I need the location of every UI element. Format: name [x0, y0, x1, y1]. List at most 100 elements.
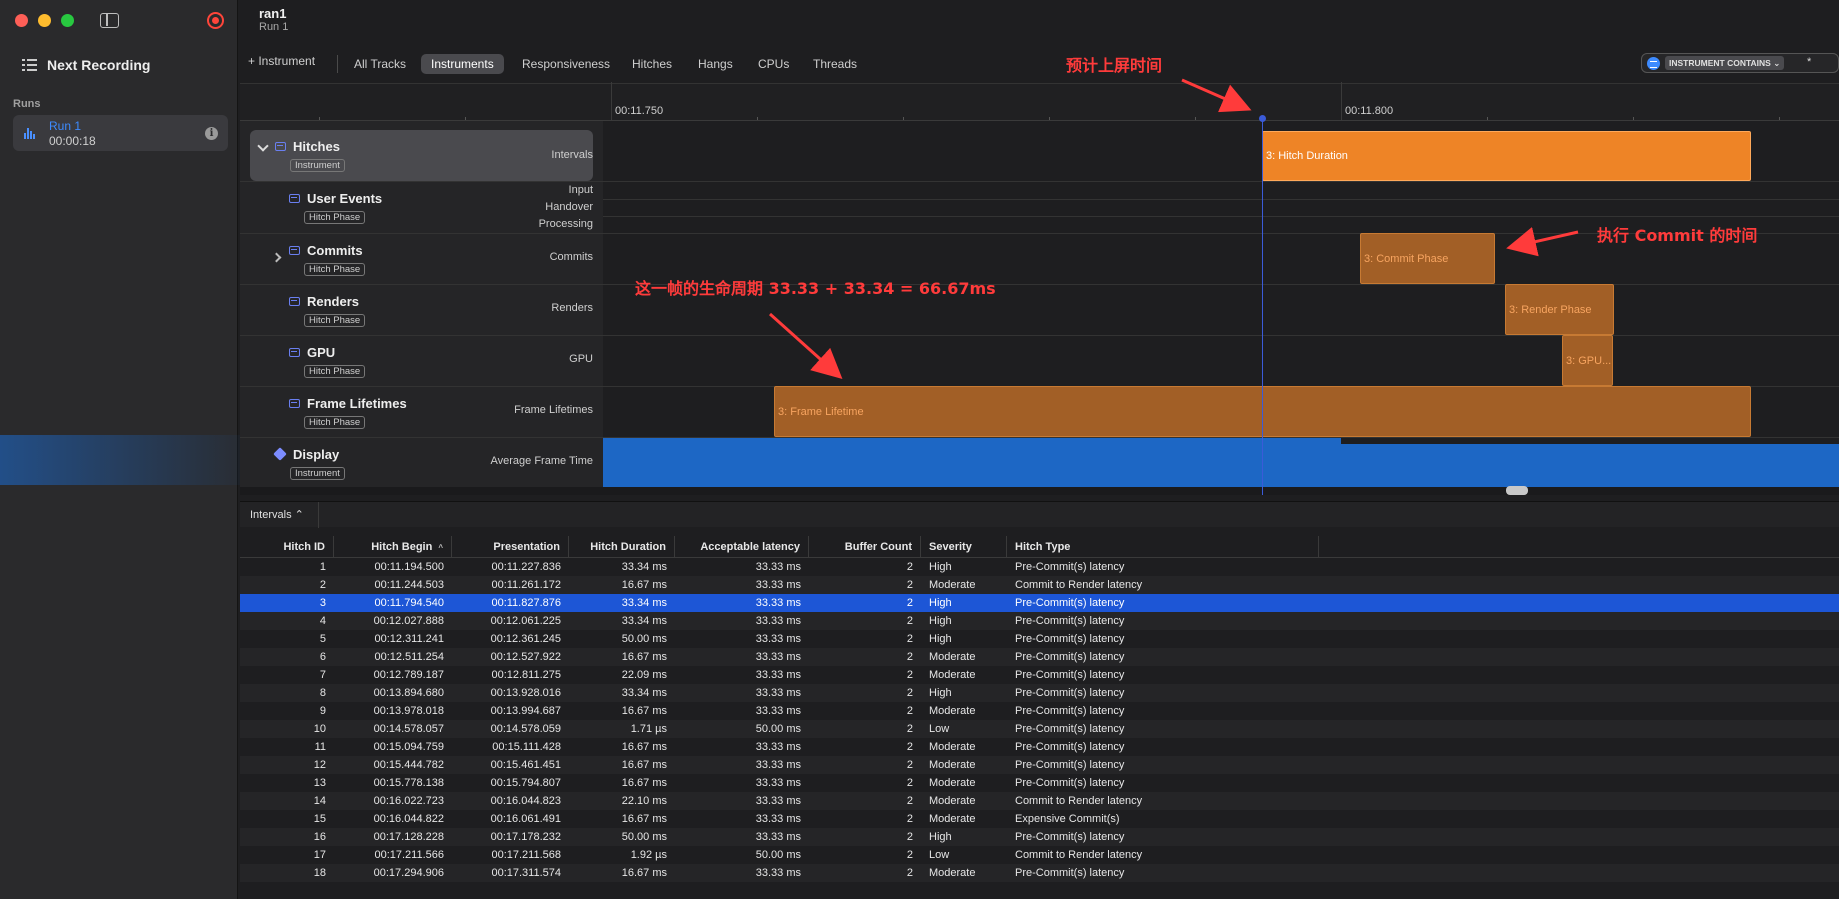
detail-mode-select[interactable]: Intervals ⌃: [250, 508, 304, 521]
commit-phase-interval[interactable]: 3: Commit Phase: [1360, 233, 1495, 284]
table-row[interactable]: 4 00:12.027.888 00:12.061.225 33.34 ms 33.33…: [240, 612, 1839, 630]
next-recording-item[interactable]: Next Recording: [22, 54, 150, 76]
table-row[interactable]: 18 00:17.294.906 00:17.311.574 16.67 ms 33.3…: [240, 864, 1839, 882]
info-icon[interactable]: i: [205, 127, 218, 140]
cell-acceptable-latency: 33.33 ms: [755, 669, 801, 681]
ruler-major-tick: [611, 82, 612, 120]
timeline-ruler[interactable]: 00:11.750 00:11.800: [240, 82, 1839, 121]
track-tag: Hitch Phase: [304, 314, 366, 327]
cell-hitch-type: Pre-Commit(s) latency: [1015, 723, 1125, 735]
table-row[interactable]: 10 00:14.578.057 00:14.578.059 1.71 µs 50.00…: [240, 720, 1839, 738]
record-icon[interactable]: [207, 12, 224, 29]
column-presentation[interactable]: Presentation: [452, 536, 569, 558]
tab-instruments[interactable]: Instruments: [421, 54, 504, 74]
column-hitch-begin[interactable]: Hitch Begin ^: [334, 536, 452, 558]
cell-hitch-begin: 00:16.022.723: [373, 795, 444, 807]
table-row[interactable]: 2 00:11.244.503 00:11.261.172 16.67 ms 33.33…: [240, 576, 1839, 594]
zoom-window-button[interactable]: [61, 14, 74, 27]
cell-hitch-type: Commit to Render latency: [1015, 849, 1143, 861]
table-row[interactable]: 6 00:12.511.254 00:12.527.922 16.67 ms 33.33…: [240, 648, 1839, 666]
filter-token[interactable]: INSTRUMENT CONTAINS ⌄: [1665, 56, 1785, 70]
tab-hitches[interactable]: Hitches: [622, 54, 682, 74]
instruments-window: Next Recording Runs Run 1 00:00:18 i ran…: [0, 0, 1839, 899]
sidebar-toggle-icon[interactable]: [100, 13, 119, 28]
cell-hitch-id: 6: [319, 651, 326, 663]
cell-hitch-id: 10: [313, 723, 326, 735]
cell-buffer-count: 2: [906, 849, 913, 861]
cell-acceptable-latency: 33.33 ms: [755, 651, 801, 663]
hitch-duration-interval[interactable]: 3: Hitch Duration: [1262, 131, 1751, 181]
tab-hangs[interactable]: Hangs: [688, 54, 743, 74]
table-row[interactable]: 11 00:15.094.759 00:15.111.428 16.67 ms 33.3…: [240, 738, 1839, 756]
horizontal-scrollbar-thumb[interactable]: [1506, 486, 1528, 495]
cell-acceptable-latency: 33.33 ms: [755, 813, 801, 825]
cell-buffer-count: 2: [906, 795, 913, 807]
cell-buffer-count: 2: [906, 579, 913, 591]
render-phase-interval[interactable]: 3: Render Phase: [1505, 284, 1614, 335]
cell-presentation: 00:16.044.823: [490, 795, 561, 807]
close-window-button[interactable]: [15, 14, 28, 27]
table-row[interactable]: 3 00:11.794.540 00:11.827.876 33.34 ms 33.33…: [240, 594, 1839, 612]
cell-hitch-duration: 16.67 ms: [621, 867, 667, 879]
table-row[interactable]: 14 00:16.022.723 00:16.044.823 22.10 ms 33.3…: [240, 792, 1839, 810]
lane-divider: [603, 216, 1839, 217]
table-row[interactable]: 7 00:12.789.187 00:12.811.275 22.09 ms 33.33…: [240, 666, 1839, 684]
cell-acceptable-latency: 33.33 ms: [755, 705, 801, 717]
table-row[interactable]: 9 00:13.978.018 00:13.994.687 16.67 ms 33.33…: [240, 702, 1839, 720]
track-detail-label: Input: [568, 184, 593, 196]
track-name: GPU: [307, 345, 336, 360]
inspection-head[interactable]: [1259, 115, 1266, 122]
run-list-item[interactable]: Run 1 00:00:18 i: [13, 115, 228, 151]
table-row[interactable]: 15 00:16.044.822 00:16.061.491 16.67 ms 33.3…: [240, 810, 1839, 828]
column-severity[interactable]: Severity: [921, 536, 1007, 558]
cell-hitch-begin: 00:12.311.241: [374, 633, 444, 645]
minimize-window-button[interactable]: [38, 14, 51, 27]
tab-cpus[interactable]: CPUs: [748, 54, 799, 74]
cell-buffer-count: 2: [906, 813, 913, 825]
cell-buffer-count: 2: [906, 777, 913, 789]
cell-presentation: 00:14.578.059: [490, 723, 561, 735]
commits-track-icon: [289, 246, 300, 255]
column-hitch-type[interactable]: Hitch Type: [1007, 536, 1319, 558]
display-row-glow: [0, 435, 240, 485]
table-row[interactable]: 17 00:17.211.566 00:17.211.568 1.92 µs 50.00…: [240, 846, 1839, 864]
inspection-head-line[interactable]: [1262, 119, 1263, 495]
column-hitch-id[interactable]: Hitch ID: [240, 536, 334, 558]
add-instrument-button[interactable]: + Instrument: [248, 54, 315, 68]
cell-acceptable-latency: 33.33 ms: [755, 795, 801, 807]
column-buffer-count[interactable]: Buffer Count: [809, 536, 921, 558]
cell-presentation: 00:17.178.232: [490, 831, 561, 843]
tab-responsiveness[interactable]: Responsiveness: [512, 54, 620, 74]
cell-hitch-duration: 16.67 ms: [621, 705, 667, 717]
horizontal-scrollbar-track[interactable]: [240, 487, 1839, 495]
gpu-interval[interactable]: 3: GPU...: [1562, 335, 1613, 386]
table-row[interactable]: 5 00:12.311.241 00:12.361.245 50.00 ms 33.33…: [240, 630, 1839, 648]
table-row[interactable]: 13 00:15.778.138 00:15.794.807 16.67 ms 33.3…: [240, 774, 1839, 792]
column-acceptable-latency[interactable]: Acceptable latency: [675, 536, 809, 558]
track-filter-field[interactable]: INSTRUMENT CONTAINS ⌄ *: [1641, 53, 1839, 73]
average-frame-time-graph[interactable]: [603, 438, 1839, 488]
cell-severity: Moderate: [929, 777, 976, 789]
cell-hitch-id: 7: [319, 669, 326, 681]
track-label-area: Renders Hitch Phase Renders: [240, 285, 603, 335]
table-row[interactable]: 16 00:17.128.228 00:17.178.232 50.00 ms 33.3…: [240, 828, 1839, 846]
cell-severity: Moderate: [929, 759, 976, 771]
table-row[interactable]: 8 00:13.894.680 00:13.928.016 33.34 ms 33.33…: [240, 684, 1839, 702]
cell-buffer-count: 2: [906, 651, 913, 663]
detail-header: Intervals ⌃: [240, 501, 1839, 528]
cell-hitch-begin: 00:13.978.018: [373, 705, 444, 717]
cell-buffer-count: 2: [906, 561, 913, 573]
cell-hitch-id: 17: [313, 849, 326, 861]
cell-severity: Low: [929, 849, 950, 861]
tab-all-tracks[interactable]: All Tracks: [344, 54, 416, 74]
column-hitch-duration[interactable]: Hitch Duration: [569, 536, 675, 558]
cell-severity: High: [929, 615, 952, 627]
chevron-right-icon[interactable]: [271, 252, 282, 263]
cell-acceptable-latency: 33.33 ms: [755, 579, 801, 591]
table-row[interactable]: 1 00:11.194.500 00:11.227.836 33.34 ms 33.33…: [240, 558, 1839, 576]
table-row[interactable]: 12 00:15.444.782 00:15.461.451 16.67 ms 33.3…: [240, 756, 1839, 774]
tab-threads[interactable]: Threads: [803, 54, 867, 74]
cell-buffer-count: 2: [906, 867, 913, 879]
cell-hitch-duration: 22.09 ms: [621, 669, 667, 681]
cell-hitch-id: 1: [319, 561, 326, 573]
